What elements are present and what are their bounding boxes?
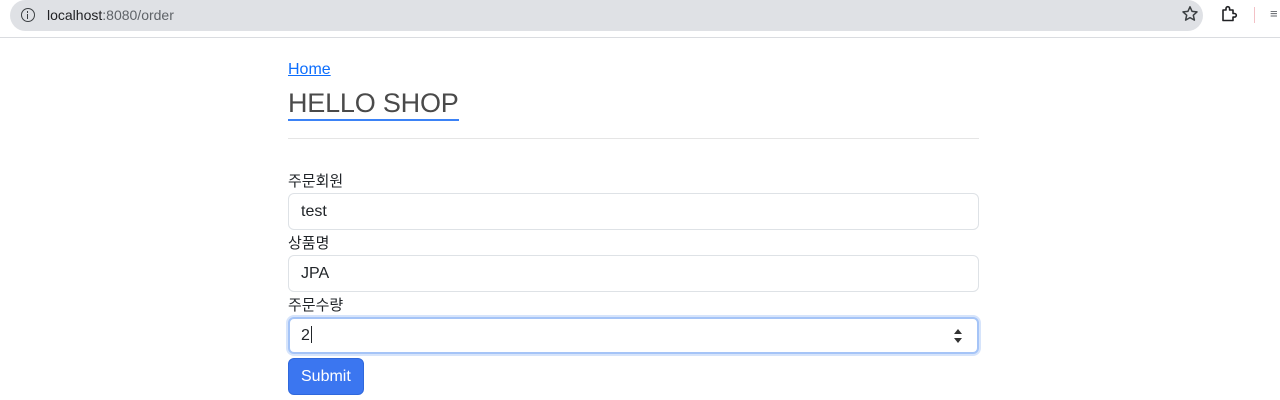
spinner-up-icon[interactable] bbox=[954, 329, 962, 334]
extensions-puzzle-icon[interactable] bbox=[1219, 4, 1239, 24]
number-spinner[interactable] bbox=[951, 325, 965, 347]
submit-button[interactable]: Submit bbox=[288, 358, 364, 395]
count-label: 주문수량 bbox=[288, 296, 344, 314]
url-host: localhost bbox=[47, 7, 103, 23]
toolbar-separator bbox=[1254, 7, 1255, 23]
member-value: test bbox=[301, 203, 327, 220]
item-value: JPA bbox=[301, 265, 330, 282]
page-container: Home HELLO SHOP 주문회원 test 상품명 JPA 주문수량 2… bbox=[288, 60, 979, 395]
order-form: 주문회원 test 상품명 JPA 주문수량 2 Submit bbox=[288, 172, 979, 395]
home-link[interactable]: Home bbox=[288, 60, 331, 80]
item-label: 상품명 bbox=[288, 234, 330, 252]
item-select[interactable]: JPA bbox=[288, 255, 979, 292]
count-input[interactable]: 2 bbox=[288, 317, 979, 354]
address-bar[interactable]: localhost:8080/order bbox=[10, 0, 1203, 31]
shop-title-link[interactable]: HELLO SHOP bbox=[288, 87, 459, 121]
browser-toolbar: localhost:8080/order ≡ bbox=[0, 0, 1280, 38]
browser-menu-icon[interactable]: ≡ bbox=[1270, 6, 1278, 21]
count-value: 2 bbox=[301, 327, 310, 344]
bookmark-star-icon[interactable] bbox=[1180, 4, 1200, 24]
header-divider bbox=[288, 138, 979, 139]
member-select[interactable]: test bbox=[288, 193, 979, 230]
spinner-down-icon[interactable] bbox=[954, 338, 962, 343]
url-path: :8080/order bbox=[102, 7, 174, 23]
site-info-icon[interactable] bbox=[21, 8, 35, 22]
member-label: 주문회원 bbox=[288, 172, 344, 190]
text-caret bbox=[310, 326, 312, 343]
url-text[interactable]: localhost:8080/order bbox=[47, 7, 174, 23]
